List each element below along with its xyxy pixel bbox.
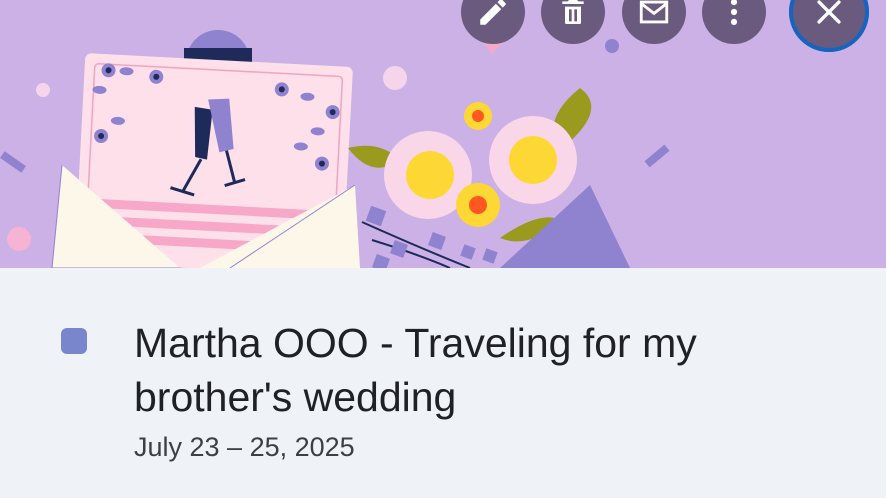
edit-event-button[interactable] [461,0,525,44]
close-button[interactable] [789,0,869,52]
calendar-color-chip [61,328,87,354]
event-date: July 23 – 25, 2025 [134,432,355,462]
trash-icon [562,0,584,24]
event-title: Martha OOO - Traveling for my brother's … [134,320,697,420]
event-action-bar [0,0,886,52]
mail-icon [639,0,669,24]
delete-event-button[interactable] [541,0,605,44]
pencil-icon [480,0,506,25]
more-options-button[interactable] [702,0,766,44]
close-icon [817,0,841,24]
email-guests-button[interactable] [622,0,686,44]
more-vert-icon [730,0,738,26]
event-header-illustration [0,0,886,268]
